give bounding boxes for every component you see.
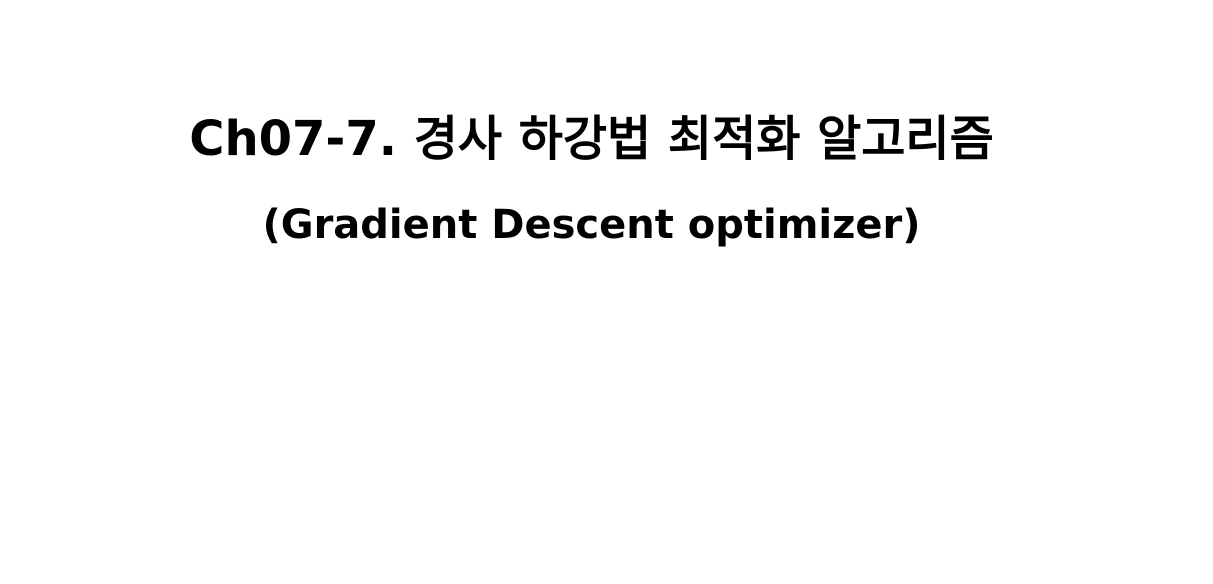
slide-subtitle: (Gradient Descent optimizer) xyxy=(262,202,921,248)
slide-title: Ch07-7. 경사 하강법 최적화 알고리즘 xyxy=(189,111,994,167)
slide: Ch07-7. 경사 하강법 최적화 알고리즘 (Gradient Descen… xyxy=(0,0,1213,584)
